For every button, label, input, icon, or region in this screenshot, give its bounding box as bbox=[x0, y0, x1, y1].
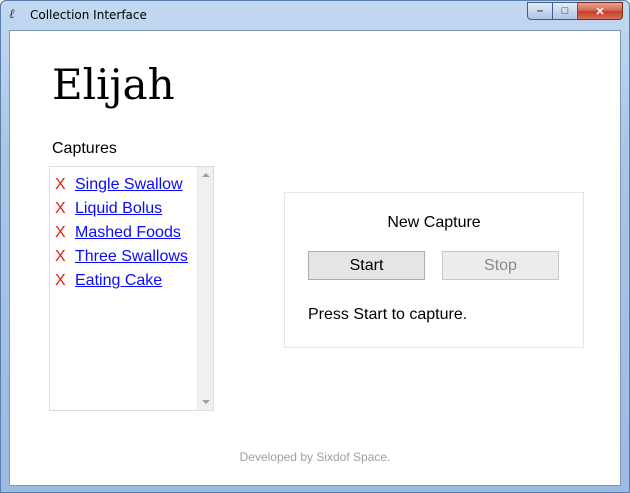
delete-capture-icon[interactable]: X bbox=[54, 224, 75, 242]
maximize-icon: □ bbox=[561, 5, 569, 17]
capture-list-item: X Mashed Foods bbox=[54, 221, 188, 245]
start-button[interactable]: Start bbox=[308, 251, 425, 280]
title-bar[interactable]: ℓ Collection Interface – □ ✕ bbox=[1, 1, 629, 29]
minimize-icon: – bbox=[536, 5, 544, 17]
close-icon: ✕ bbox=[595, 5, 605, 18]
capture-list-item: X Eating Cake bbox=[54, 269, 188, 293]
window-title: Collection Interface bbox=[30, 8, 147, 22]
captures-scrollbar[interactable] bbox=[197, 167, 213, 410]
new-capture-panel: New Capture Start Stop Press Start to ca… bbox=[284, 192, 584, 348]
captures-listbox: X Single Swallow X Liquid Bolus X Mashed Food… bbox=[49, 166, 214, 411]
captures-list: X Single Swallow X Liquid Bolus X Mashed Food… bbox=[54, 173, 188, 293]
delete-capture-icon[interactable]: X bbox=[54, 272, 75, 290]
maximize-button[interactable]: □ bbox=[553, 2, 578, 20]
app-window: ℓ Collection Interface – □ ✕ Elijah Capt… bbox=[0, 0, 630, 493]
capture-link[interactable]: Single Swallow bbox=[75, 176, 183, 194]
stop-button[interactable]: Stop bbox=[442, 251, 559, 280]
capture-list-item: X Three Swallows bbox=[54, 245, 188, 269]
client-area: Elijah Captures X Single Swallow X Liquid B… bbox=[9, 30, 621, 486]
feather-icon: ℓ bbox=[9, 7, 15, 22]
capture-status-text: Press Start to capture. bbox=[308, 306, 468, 323]
capture-list-item: X Liquid Bolus bbox=[54, 197, 188, 221]
delete-capture-icon[interactable]: X bbox=[54, 200, 75, 218]
capture-link[interactable]: Eating Cake bbox=[75, 272, 162, 290]
capture-link[interactable]: Three Swallows bbox=[75, 248, 188, 266]
caption-buttons: – □ ✕ bbox=[527, 2, 623, 21]
scroll-up-arrow-icon[interactable] bbox=[202, 173, 210, 177]
delete-capture-icon[interactable]: X bbox=[54, 176, 75, 194]
minimize-button[interactable]: – bbox=[527, 2, 553, 20]
capture-link[interactable]: Liquid Bolus bbox=[75, 200, 162, 218]
new-capture-title: New Capture bbox=[387, 214, 481, 231]
close-button[interactable]: ✕ bbox=[578, 2, 623, 20]
capture-list-item: X Single Swallow bbox=[54, 173, 188, 197]
capture-link[interactable]: Mashed Foods bbox=[75, 224, 181, 242]
captures-label: Captures bbox=[52, 140, 117, 157]
scroll-down-arrow-icon[interactable] bbox=[202, 400, 210, 404]
delete-capture-icon[interactable]: X bbox=[54, 248, 75, 266]
footer-credit: Developed by Sixdof Space. bbox=[239, 450, 391, 464]
user-name-heading: Elijah bbox=[52, 60, 175, 109]
